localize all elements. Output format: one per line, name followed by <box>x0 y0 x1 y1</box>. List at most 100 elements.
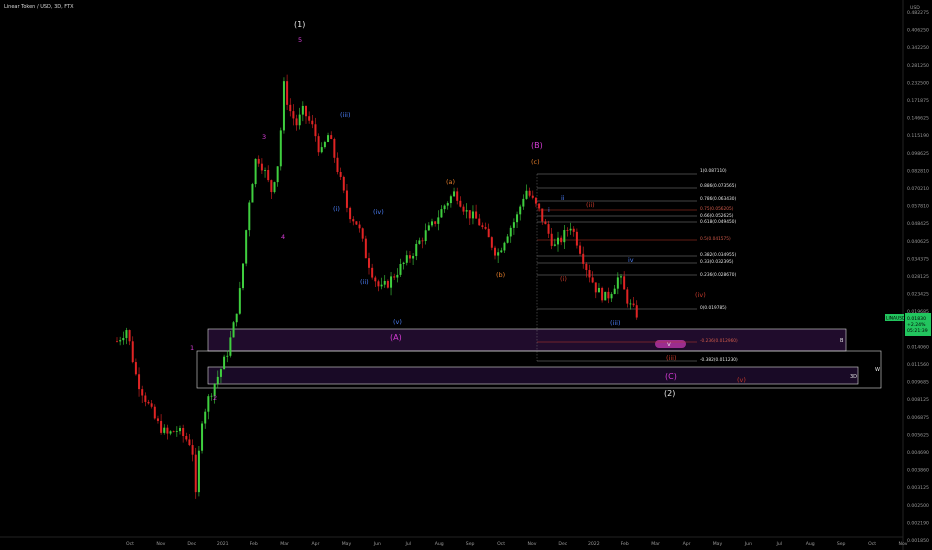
wave-label-iv-sub: iv <box>628 256 634 264</box>
candle-body <box>544 221 547 225</box>
last-price-change: +2.24% <box>907 322 926 328</box>
candle-body <box>245 230 248 264</box>
candle-body <box>169 431 172 434</box>
candle-body <box>563 230 566 243</box>
candle-body <box>138 374 141 390</box>
candle-body <box>308 116 311 121</box>
candle-body <box>390 276 393 288</box>
candle-body <box>260 163 263 171</box>
candle-body <box>386 280 389 288</box>
candle-body <box>358 224 361 229</box>
price-tick-label: 0.070210 <box>907 186 929 192</box>
price-tick-label: 0.014060 <box>907 344 929 350</box>
candle-body <box>424 230 427 242</box>
candle-body <box>569 228 572 231</box>
candle-body <box>188 439 191 446</box>
candle-body <box>320 147 323 153</box>
price-tick-label: 0.115190 <box>907 133 929 139</box>
candle-body <box>226 355 229 357</box>
candle-body <box>453 191 456 197</box>
candle-body <box>295 118 298 126</box>
candle-body <box>506 236 509 243</box>
candle-body <box>512 222 515 228</box>
candle-body <box>248 202 251 231</box>
price-tick-label: 0.232500 <box>907 80 929 86</box>
candle-body <box>538 203 541 209</box>
time-tick-label: 2021 <box>217 541 229 547</box>
wave-label-4: 4 <box>281 233 285 241</box>
candle-body <box>204 411 207 424</box>
candle-body <box>437 217 440 224</box>
time-tick-label: Jul <box>405 541 412 547</box>
candle-body <box>122 338 125 341</box>
candle-body <box>421 240 424 242</box>
candle-body <box>399 263 402 275</box>
candle-body <box>374 277 377 282</box>
candle-body <box>229 337 232 356</box>
time-tick-label: Dec <box>558 541 567 547</box>
candle-body <box>235 313 238 323</box>
candle-body <box>267 170 270 181</box>
candle-body <box>282 81 285 131</box>
candle-body <box>415 243 418 257</box>
candle-body <box>141 389 144 396</box>
price-tick-label: 0.004690 <box>907 450 929 456</box>
price-tick-label: 0.146625 <box>907 116 929 122</box>
price-tick-label: 0.082810 <box>907 168 929 174</box>
candle-body <box>434 221 437 224</box>
candle-body <box>557 237 559 245</box>
candle-body <box>242 263 244 289</box>
candle-body <box>147 401 150 404</box>
wave-label-v-minor: (v) <box>393 318 402 326</box>
candle-body <box>522 198 525 207</box>
price-tick-label: 0.011560 <box>907 362 929 368</box>
candle-body <box>289 104 292 112</box>
candle-body <box>257 158 260 164</box>
candle-body <box>175 431 178 432</box>
candle-body <box>456 191 459 201</box>
time-tick-label: Mar <box>651 541 660 547</box>
candle-body <box>626 289 629 304</box>
wave-label-a-major: (A) <box>390 333 402 342</box>
fib-label-033: 0.33(0.032395) <box>700 259 734 265</box>
candle-body <box>134 362 137 375</box>
candle-body <box>547 224 550 234</box>
last-price-value: 0.01830 <box>907 316 926 322</box>
price-tick-label: 0.057810 <box>907 204 929 210</box>
fib-label-066: 0.66(0.052625) <box>700 213 734 219</box>
candle-body <box>223 356 226 370</box>
price-tick-label: 0.009685 <box>907 380 929 386</box>
candle-body <box>301 105 304 115</box>
wave-label-v-sub: v <box>667 340 671 348</box>
candle-body <box>194 454 197 493</box>
candle-body <box>197 450 200 493</box>
time-tick-label: Nov <box>527 541 536 547</box>
candle-body <box>575 231 578 246</box>
candle-body <box>431 221 433 226</box>
price-tick-label: 0.008125 <box>907 397 929 403</box>
candle-body <box>541 208 544 222</box>
price-chart[interactable]: Linear Token / USD, 3D, FTX B W 3D 1(0.0… <box>0 0 932 550</box>
time-tick-label: Nov <box>156 541 165 547</box>
candle-body <box>286 81 289 105</box>
price-tick-label: 0.002190 <box>907 520 929 526</box>
wave-label-i-minor: (i) <box>333 205 340 213</box>
time-tick-label: Sep <box>466 541 475 547</box>
candle-body <box>251 184 254 203</box>
candle-body <box>305 105 307 117</box>
candle-body <box>601 287 604 301</box>
fib-label-075: 0.75(0.056205) <box>700 206 734 212</box>
candle-body <box>484 226 487 229</box>
candle-body <box>238 288 241 314</box>
candle-body <box>128 330 131 342</box>
candle-body <box>131 341 134 363</box>
candle-body <box>349 207 352 220</box>
fib-label-0886: 0.886(0.073565) <box>700 183 736 189</box>
time-tick-label: Jul <box>776 541 783 547</box>
candle-body <box>582 253 585 264</box>
candle-body <box>191 445 194 455</box>
candle-body <box>317 136 320 153</box>
candle-body <box>588 270 591 278</box>
candle-body <box>330 135 333 140</box>
candle-body <box>333 139 336 158</box>
